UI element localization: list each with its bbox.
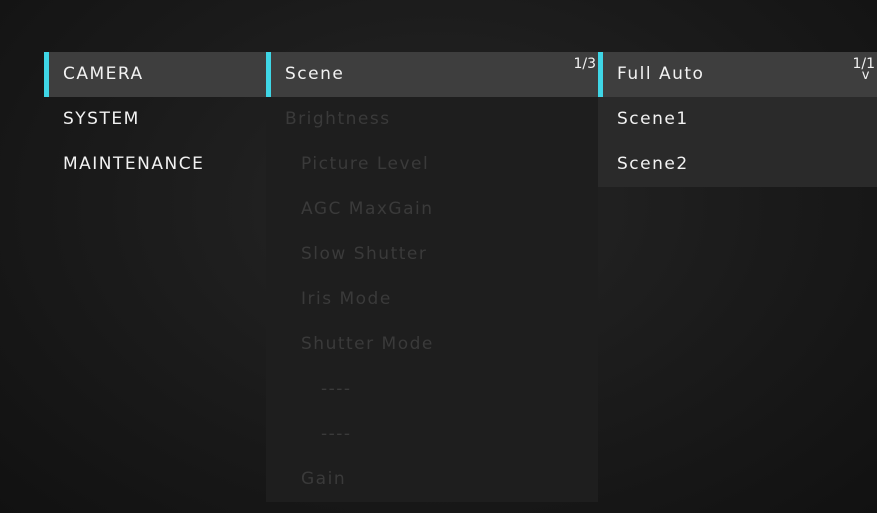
sub-menu-item-shutter-mode: Shutter Mode (266, 322, 598, 367)
options-menu: Full Auto 1/1 v Scene1 Scene2 (598, 52, 877, 187)
sub-menu-item-iris-mode: Iris Mode (266, 277, 598, 322)
main-menu-item-label: CAMERA (63, 64, 144, 84)
main-menu-item-label: MAINTENANCE (63, 154, 205, 174)
sub-menu-item-label: AGC MaxGain (301, 199, 434, 219)
option-item-label: Scene1 (617, 109, 689, 129)
main-menu: CAMERA SYSTEM MAINTENANCE (44, 52, 266, 187)
sub-menu-item-placeholder: ---- (266, 412, 598, 457)
option-item-label: Full Auto (617, 64, 705, 84)
scroll-down-indicator: v (861, 68, 871, 83)
sub-menu: Scene 1/3 Brightness Picture Level AGC M… (266, 52, 598, 502)
sub-menu-item-label: Gain (301, 469, 347, 489)
option-item-full-auto[interactable]: Full Auto 1/1 v (598, 52, 877, 97)
sub-menu-item-label: Shutter Mode (301, 334, 434, 354)
sub-menu-item-brightness: Brightness (266, 97, 598, 142)
sub-menu-item-scene[interactable]: Scene 1/3 (266, 52, 598, 97)
selection-cursor (44, 52, 49, 97)
main-menu-item-maintenance[interactable]: MAINTENANCE (44, 142, 266, 187)
selection-cursor (598, 52, 603, 97)
option-item-scene2[interactable]: Scene2 (598, 142, 877, 187)
page-indicator: 1/3 (573, 56, 596, 72)
main-menu-item-system[interactable]: SYSTEM (44, 97, 266, 142)
sub-menu-item-label: Scene (285, 64, 345, 84)
main-menu-item-label: SYSTEM (63, 109, 140, 129)
sub-menu-item-placeholder: ---- (266, 367, 598, 412)
main-menu-item-camera[interactable]: CAMERA (44, 52, 266, 97)
sub-menu-item-picture-level: Picture Level (266, 142, 598, 187)
osd-screen: CAMERA SYSTEM MAINTENANCE Scene 1/3 Brig… (0, 0, 877, 513)
sub-menu-item-label: ---- (321, 424, 352, 444)
sub-menu-item-slow-shutter: Slow Shutter (266, 232, 598, 277)
option-item-label: Scene2 (617, 154, 689, 174)
sub-menu-item-agc-maxgain: AGC MaxGain (266, 187, 598, 232)
sub-menu-item-label: Slow Shutter (301, 244, 428, 264)
option-item-scene1[interactable]: Scene1 (598, 97, 877, 142)
sub-menu-item-label: Brightness (285, 109, 391, 129)
sub-menu-item-label: Iris Mode (301, 289, 392, 309)
sub-menu-item-label: Picture Level (301, 154, 430, 174)
sub-menu-item-gain: Gain (266, 457, 598, 502)
selection-cursor (266, 52, 271, 97)
sub-menu-item-label: ---- (321, 379, 352, 399)
